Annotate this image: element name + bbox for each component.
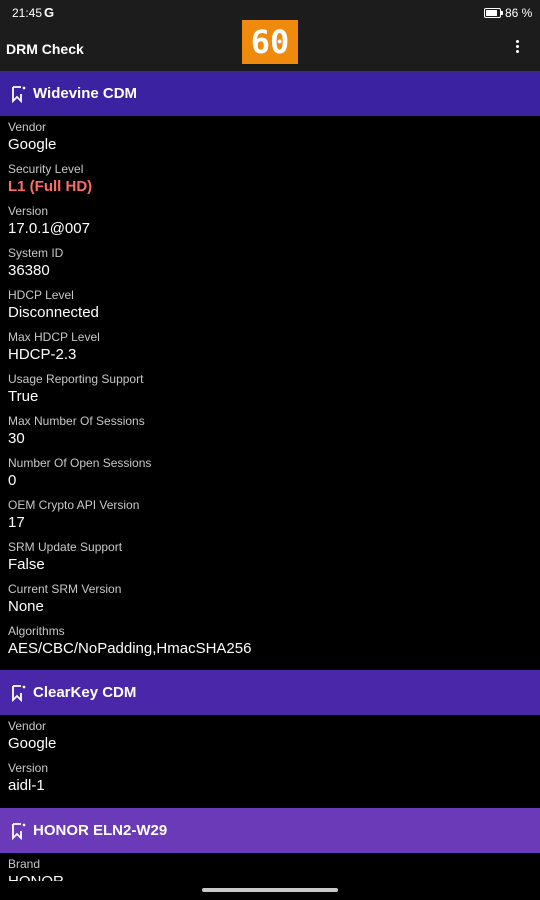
section-header-widevine: Widevine CDM bbox=[0, 71, 540, 116]
field-version: Version aidl-1 bbox=[8, 761, 48, 794]
field-label: Security Level bbox=[8, 162, 84, 176]
field-label: Max HDCP Level bbox=[8, 330, 100, 344]
field-value: Google bbox=[8, 136, 57, 153]
field-label: Vendor bbox=[8, 719, 47, 733]
field-value: HDCP-2.3 bbox=[8, 346, 77, 363]
field-label: Version bbox=[8, 761, 49, 775]
field-security-level: Security Level L1 (Full HD) bbox=[8, 162, 92, 195]
app-bar: DRM Check 60 bbox=[0, 20, 540, 71]
field-brand: Brand HONOR bbox=[8, 857, 64, 881]
field-label: Max Number Of Sessions bbox=[8, 414, 145, 428]
field-value: Disconnected bbox=[8, 304, 99, 321]
more-vert-icon[interactable] bbox=[509, 38, 525, 58]
field-vendor: Vendor Google bbox=[8, 719, 56, 752]
field-version: Version 17.0.1@007 bbox=[8, 204, 90, 237]
section-title: HONOR ELN2-W29 bbox=[33, 822, 168, 839]
field-value: True bbox=[8, 388, 39, 405]
field-open-sessions: Number Of Open Sessions 0 bbox=[8, 456, 151, 489]
field-label: Brand bbox=[8, 857, 41, 871]
field-label: OEM Crypto API Version bbox=[8, 498, 140, 512]
field-label: Current SRM Version bbox=[8, 582, 122, 596]
field-current-srm-version: Current SRM Version None bbox=[8, 582, 121, 615]
field-value: 17.0.1@007 bbox=[8, 220, 90, 237]
field-value: False bbox=[8, 556, 45, 573]
field-value: 17 bbox=[8, 514, 25, 531]
field-oem-crypto-version: OEM Crypto API Version 17 bbox=[8, 498, 139, 531]
battery-percent: 86 % bbox=[505, 6, 533, 20]
fps-counter-badge: 60 bbox=[242, 20, 298, 64]
field-max-sessions: Max Number Of Sessions 30 bbox=[8, 414, 145, 447]
field-value: aidl-1 bbox=[8, 777, 45, 794]
field-label: Vendor bbox=[8, 120, 47, 134]
google-icon: G bbox=[44, 5, 55, 20]
bookmark-icon bbox=[12, 684, 26, 702]
bookmark-icon bbox=[12, 85, 26, 103]
field-algorithms: Algorithms AES/CBC/NoPadding,HmacSHA256 bbox=[8, 624, 251, 657]
field-usage-reporting: Usage Reporting Support True bbox=[8, 372, 143, 405]
field-vendor: Vendor Google bbox=[8, 120, 56, 153]
field-value: None bbox=[8, 598, 44, 615]
field-value: L1 (Full HD) bbox=[8, 178, 93, 195]
app-title: DRM Check bbox=[6, 41, 84, 57]
section-header-device: HONOR ELN2-W29 bbox=[0, 808, 540, 853]
field-value: 36380 bbox=[8, 262, 50, 279]
field-label: Algorithms bbox=[8, 624, 65, 638]
field-value: HONOR bbox=[8, 873, 64, 881]
field-max-hdcp-level: Max HDCP Level HDCP-2.3 bbox=[8, 330, 100, 363]
field-value: Google bbox=[8, 735, 57, 752]
section-title: ClearKey CDM bbox=[33, 684, 137, 701]
field-hdcp-level: HDCP Level Disconnected bbox=[8, 288, 99, 321]
gesture-nav-handle[interactable] bbox=[202, 888, 338, 892]
field-system-id: System ID 36380 bbox=[8, 246, 63, 279]
bookmark-icon bbox=[12, 822, 26, 840]
battery-fill bbox=[486, 10, 498, 16]
field-label: Usage Reporting Support bbox=[8, 372, 144, 386]
field-label: Version bbox=[8, 204, 49, 218]
field-value: 0 bbox=[8, 472, 17, 489]
field-label: Number Of Open Sessions bbox=[8, 456, 152, 470]
battery-icon bbox=[484, 8, 503, 18]
field-value: 30 bbox=[8, 430, 25, 447]
field-label: SRM Update Support bbox=[8, 540, 123, 554]
field-label: System ID bbox=[8, 246, 64, 260]
section-header-clearkey: ClearKey CDM bbox=[0, 670, 540, 715]
field-srm-update-support: SRM Update Support False bbox=[8, 540, 122, 573]
field-value: AES/CBC/NoPadding,HmacSHA256 bbox=[8, 640, 252, 657]
status-time: 21:45 bbox=[12, 6, 43, 20]
field-label: HDCP Level bbox=[8, 288, 74, 302]
section-title: Widevine CDM bbox=[33, 85, 138, 102]
